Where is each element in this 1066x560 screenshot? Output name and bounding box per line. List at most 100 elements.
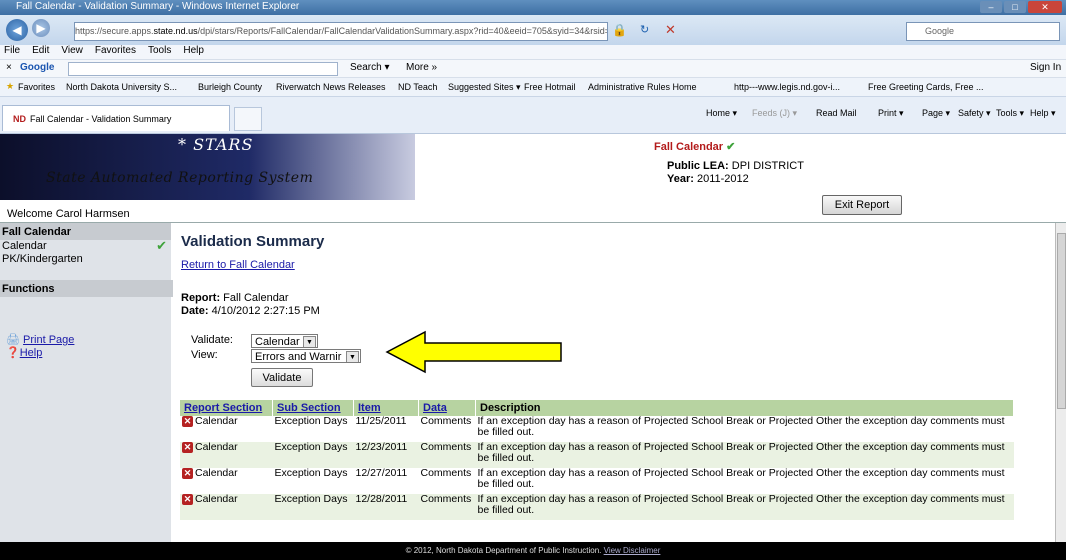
menu-tools[interactable]: Tools	[148, 45, 171, 56]
cell-data: Comments	[418, 442, 476, 468]
cell-description: If an exception day has a reason of Proj…	[475, 416, 1014, 442]
check-icon: ✔	[156, 238, 167, 253]
table-header-row: Report Section Sub Section Item Data Des…	[180, 400, 1014, 416]
fav-item[interactable]: Administrative Rules Home	[588, 82, 697, 92]
back-icon[interactable]: ◀	[6, 19, 28, 41]
validate-row: Validate:	[191, 334, 233, 346]
sidebar-section-functions: Functions	[0, 280, 173, 297]
col-sub-section[interactable]: Sub Section	[272, 400, 354, 416]
menu-favorites[interactable]: Favorites	[95, 45, 136, 56]
validation-table: Report Section Sub Section Item Data Des…	[180, 400, 1014, 520]
cell-item: 12/23/2011	[353, 442, 419, 468]
close-window-button[interactable]: ✕	[1028, 1, 1062, 13]
window-titlebar: Fall Calendar - Validation Summary - Win…	[0, 0, 1066, 15]
report-line: Report: Fall Calendar	[181, 292, 289, 304]
cell-data: Comments	[418, 494, 476, 520]
fav-item[interactable]: ND Teach	[398, 82, 437, 92]
feeds-button[interactable]: Feeds (J) ▾	[752, 108, 797, 119]
menu-edit[interactable]: Edit	[32, 45, 49, 56]
return-link[interactable]: Return to Fall Calendar	[181, 259, 295, 271]
page-scrollbar[interactable]	[1055, 223, 1066, 542]
welcome-text: Welcome Carol Harmsen	[7, 208, 130, 220]
view-row: View:	[191, 349, 218, 361]
tools-button[interactable]: Tools ▾	[996, 108, 1024, 119]
page-button[interactable]: Page ▾	[922, 108, 950, 119]
safety-button[interactable]: Safety ▾	[958, 108, 991, 119]
print-page-link[interactable]: 🖨 Print Page	[6, 334, 74, 347]
url-input[interactable]: https://secure.apps.state.nd.us/dpi/star…	[74, 22, 608, 41]
menu-view[interactable]: View	[61, 45, 83, 56]
cell-sub: Exception Days	[272, 442, 354, 468]
fav-item[interactable]: Suggested Sites ▾	[448, 82, 521, 93]
error-icon: ✕	[182, 494, 193, 505]
col-report-section[interactable]: Report Section	[180, 400, 273, 416]
fav-item[interactable]: North Dakota University S...	[66, 82, 177, 92]
table-row: ✕ Calendar Exception Days 12/28/2011 Comm…	[180, 494, 1014, 520]
window-controls: – □ ✕	[980, 1, 1062, 13]
page-title: Validation Summary	[181, 233, 325, 250]
view-select[interactable]: Errors and Warnir ▼	[251, 349, 361, 363]
scrollbar-thumb[interactable]	[1057, 233, 1066, 409]
error-icon: ✕	[182, 442, 193, 453]
print-icon: 🖨	[6, 334, 20, 346]
fav-item[interactable]: http---www.legis.nd.gov-i...	[734, 82, 840, 92]
minimize-button[interactable]: –	[980, 1, 1002, 13]
maximize-button[interactable]: □	[1004, 1, 1026, 13]
forward-icon[interactable]: ▶	[32, 19, 50, 37]
lock-icon[interactable]: 🔒	[612, 23, 627, 37]
tab-validation-summary[interactable]: ND Fall Calendar - Validation Summary	[2, 105, 230, 131]
cell-sub: Exception Days	[272, 468, 354, 494]
cell-item: 11/25/2011	[353, 416, 419, 442]
sidebar-item-calendar[interactable]: Calendar ✔	[0, 238, 171, 253]
col-data[interactable]: Data	[418, 400, 476, 416]
fav-item[interactable]: Free Hotmail	[524, 82, 576, 92]
cell-section: ✕ Calendar	[180, 494, 273, 520]
sidebar-section-fall-calendar: Fall Calendar	[0, 223, 171, 240]
col-item[interactable]: Item	[353, 400, 419, 416]
favorites-button[interactable]: Favorites	[18, 82, 55, 92]
view-label: View:	[191, 349, 218, 361]
google-signin-link[interactable]: Sign In	[1030, 62, 1061, 73]
favorites-star-icon[interactable]: ★	[6, 81, 14, 92]
validate-select[interactable]: Calendar ▼	[251, 334, 318, 348]
year-line: Year: 2011-2012	[667, 173, 749, 185]
exit-report-button[interactable]: Exit Report	[822, 195, 902, 215]
cell-item: 12/27/2011	[353, 468, 419, 494]
fav-item[interactable]: Burleigh County	[198, 82, 262, 92]
menu-file[interactable]: File	[4, 45, 20, 56]
validate-label: Validate:	[191, 334, 233, 346]
refresh-icon[interactable]: ↻	[640, 23, 649, 36]
url-host: state.nd.us	[153, 26, 198, 36]
sidebar-item-pk-kindergarten[interactable]: PK/Kindergarten	[0, 253, 171, 266]
table-row: ✕ Calendar Exception Days 12/27/2011 Comm…	[180, 468, 1014, 494]
help-button[interactable]: Help ▾	[1030, 108, 1056, 119]
chevron-down-icon: ▼	[346, 351, 359, 362]
validate-button[interactable]: Validate	[251, 368, 313, 387]
read-mail-button[interactable]: Read Mail	[816, 108, 857, 118]
cell-sub: Exception Days	[272, 494, 354, 520]
address-bar: ◀ ▶ https://secure.apps.state.nd.us/dpi/…	[0, 15, 1066, 45]
new-tab-button[interactable]	[234, 107, 262, 131]
search-input[interactable]: Google	[906, 22, 1060, 41]
error-icon: ✕	[182, 416, 193, 427]
google-logo: Google	[20, 62, 55, 73]
stars-logo: * STARS	[178, 135, 254, 154]
print-button[interactable]: Print ▾	[878, 108, 904, 119]
fav-item[interactable]: Free Greeting Cards, Free ...	[868, 82, 984, 92]
nd-badge: ND	[13, 114, 26, 124]
page-footer: © 2012, North Dakota Department of Publi…	[0, 542, 1066, 560]
fav-item[interactable]: Riverwatch News Releases	[276, 82, 386, 92]
home-button[interactable]: Home ▾	[706, 108, 737, 119]
google-more-button[interactable]: More »	[406, 62, 437, 73]
stop-icon[interactable]: ✕	[665, 22, 676, 38]
cell-description: If an exception day has a reason of Proj…	[475, 494, 1014, 520]
help-link[interactable]: ❓Help	[6, 347, 74, 360]
url-prefix: https://secure.apps.	[75, 26, 154, 36]
google-search-button[interactable]: Search ▾	[350, 62, 389, 73]
cell-item: 12/28/2011	[353, 494, 419, 520]
toolbar-close-icon[interactable]: ×	[6, 62, 12, 73]
sidebar-function-links: 🖨 Print Page ❓Help	[6, 334, 74, 360]
disclaimer-link[interactable]: View Disclaimer	[604, 546, 661, 555]
google-search-input[interactable]	[68, 62, 338, 76]
menu-help[interactable]: Help	[183, 45, 204, 56]
